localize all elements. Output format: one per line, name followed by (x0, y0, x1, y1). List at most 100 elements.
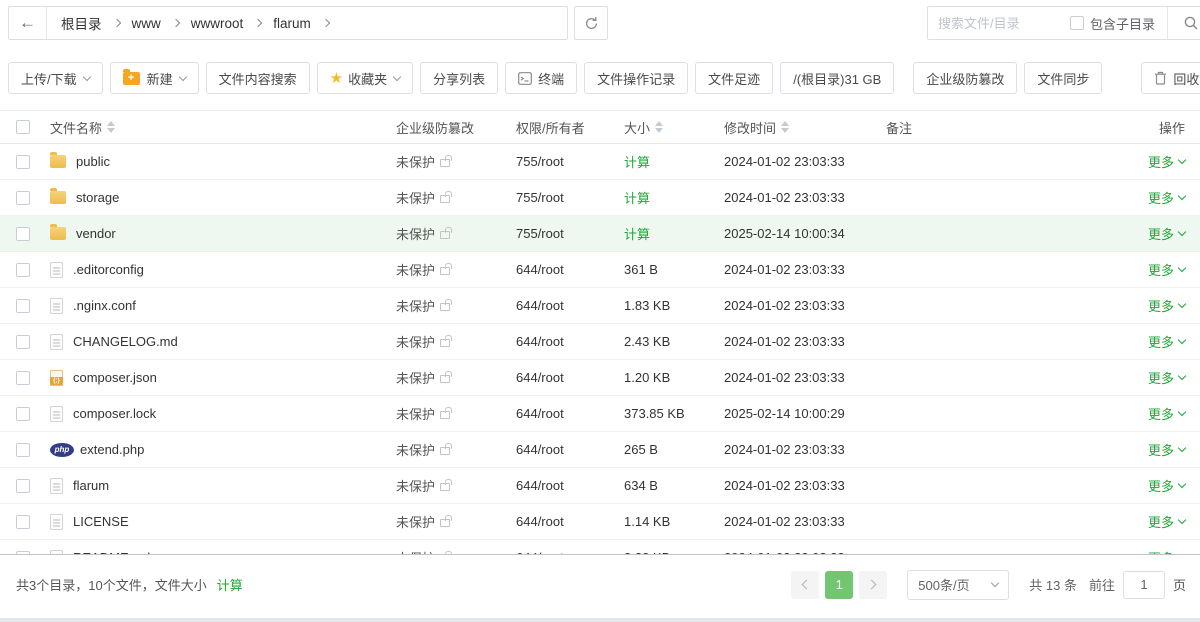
sort-icon[interactable] (781, 121, 789, 133)
permission-owner: 644/root (516, 262, 564, 277)
row-checkbox[interactable] (16, 479, 30, 493)
search-input[interactable] (928, 16, 1066, 31)
more-button[interactable]: 更多 (1148, 404, 1185, 423)
share-list-label: 分享列表 (433, 69, 485, 88)
breadcrumb-www[interactable]: www (132, 16, 161, 31)
breadcrumb: 根目录 www wwwroot flarum (47, 13, 341, 33)
header-tamper: 企业级防篡改 (396, 118, 474, 137)
refresh-button[interactable] (574, 6, 608, 40)
include-subdir-option[interactable]: 包含子目录 (1066, 14, 1167, 33)
disk-usage-button[interactable]: /(根目录)31 GB (780, 62, 894, 94)
file-name-link[interactable]: LICENSE (73, 514, 129, 529)
page-size-value: 500条/页 (918, 575, 969, 594)
favorites-button[interactable]: ★ 收藏夹 (317, 62, 413, 94)
file-icon (50, 262, 63, 278)
include-subdir-checkbox[interactable] (1070, 16, 1084, 30)
more-button[interactable]: 更多 (1148, 188, 1185, 207)
more-button[interactable]: 更多 (1148, 440, 1185, 459)
row-checkbox[interactable] (16, 299, 30, 313)
breadcrumb-root[interactable]: 根目录 (61, 13, 102, 33)
table-row: vendor 未保护 755/root 计算 2025-02-14 10:00:… (0, 216, 1200, 252)
page-number-button[interactable]: 1 (825, 571, 853, 599)
file-sync-button[interactable]: 文件同步 (1024, 62, 1102, 94)
row-checkbox[interactable] (16, 263, 30, 277)
unlock-icon (440, 447, 450, 455)
protect-status: 未保护 (396, 404, 435, 423)
chevron-right-icon (112, 19, 120, 27)
tamper-proof-button[interactable]: 企业级防篡改 (913, 62, 1017, 94)
header-mtime[interactable]: 修改时间 (724, 118, 776, 137)
file-name-link[interactable]: .nginx.conf (73, 298, 136, 313)
file-name-link[interactable]: public (76, 154, 110, 169)
prev-page-button[interactable] (791, 571, 819, 599)
file-name-link[interactable]: flarum (73, 478, 109, 493)
file-name-link[interactable]: extend.php (80, 442, 144, 457)
more-button[interactable]: 更多 (1148, 368, 1185, 387)
table-row: {;} composer.json 未保护 644/root 1.20 KB 2… (0, 360, 1200, 396)
sort-icon[interactable] (107, 121, 115, 133)
file-name-link[interactable]: composer.lock (73, 406, 156, 421)
protect-status: 未保护 (396, 260, 435, 279)
chevron-down-icon (1178, 192, 1186, 200)
row-checkbox[interactable] (16, 191, 30, 205)
chevron-down-icon (991, 579, 999, 587)
php-file-icon: php (50, 443, 74, 457)
chevron-right-icon (254, 19, 262, 27)
path-bar: ← 根目录 www wwwroot flarum (8, 6, 568, 40)
search-button[interactable] (1167, 7, 1200, 39)
more-button[interactable]: 更多 (1148, 512, 1185, 531)
file-name-link[interactable]: composer.json (73, 370, 157, 385)
recycle-bin-button[interactable]: 回收站 (1141, 62, 1200, 94)
row-checkbox[interactable] (16, 227, 30, 241)
more-button[interactable]: 更多 (1148, 260, 1185, 279)
share-list-button[interactable]: 分享列表 (420, 62, 498, 94)
file-name-link[interactable]: .editorconfig (73, 262, 144, 277)
terminal-button[interactable]: 终端 (505, 62, 577, 94)
permission-owner: 644/root (516, 298, 564, 313)
row-checkbox[interactable] (16, 371, 30, 385)
calc-size-link[interactable]: 计算 (217, 575, 243, 594)
content-search-button[interactable]: 文件内容搜索 (206, 62, 310, 94)
more-button[interactable]: 更多 (1148, 224, 1185, 243)
breadcrumb-wwwroot[interactable]: wwwroot (191, 16, 244, 31)
permission-owner: 644/root (516, 514, 564, 529)
breadcrumb-flarum[interactable]: flarum (273, 16, 311, 31)
more-button[interactable]: 更多 (1148, 152, 1185, 171)
more-button[interactable]: 更多 (1148, 476, 1185, 495)
file-size: 2.43 KB (624, 334, 670, 349)
new-button[interactable]: 新建 (110, 62, 199, 94)
file-size: 1.83 KB (624, 298, 670, 313)
permission-owner: 644/root (516, 406, 564, 421)
bottom-strip (0, 618, 1200, 622)
file-name-link[interactable]: vendor (76, 226, 116, 241)
select-all-checkbox[interactable] (16, 120, 30, 134)
file-name-link[interactable]: storage (76, 190, 119, 205)
row-checkbox[interactable] (16, 407, 30, 421)
unlock-icon (440, 267, 450, 275)
goto-page-input[interactable] (1123, 571, 1165, 599)
page-size-select[interactable]: 500条/页 (907, 570, 1009, 600)
row-checkbox[interactable] (16, 443, 30, 457)
row-checkbox[interactable] (16, 155, 30, 169)
recycle-bin-label: 回收站 (1173, 69, 1200, 88)
header-size[interactable]: 大小 (624, 118, 650, 137)
size-calc-link[interactable]: 计算 (624, 188, 650, 207)
table-row: public 未保护 755/root 计算 2024-01-02 23:03:… (0, 144, 1200, 180)
next-page-button[interactable] (859, 571, 887, 599)
file-name-link[interactable]: CHANGELOG.md (73, 334, 178, 349)
row-checkbox[interactable] (16, 335, 30, 349)
header-file-name[interactable]: 文件名称 (50, 118, 102, 137)
chevron-down-icon (1178, 264, 1186, 272)
table-row: php extend.php 未保护 644/root 265 B 2024-0… (0, 432, 1200, 468)
row-checkbox[interactable] (16, 515, 30, 529)
size-calc-link[interactable]: 计算 (624, 224, 650, 243)
more-button[interactable]: 更多 (1148, 332, 1185, 351)
size-calc-link[interactable]: 计算 (624, 152, 650, 171)
file-footprint-button[interactable]: 文件足迹 (695, 62, 773, 94)
back-button[interactable]: ← (9, 7, 47, 39)
more-button[interactable]: 更多 (1148, 296, 1185, 315)
file-ops-log-button[interactable]: 文件操作记录 (584, 62, 688, 94)
chevron-left-icon (802, 580, 812, 590)
sort-icon[interactable] (655, 121, 663, 133)
upload-download-button[interactable]: 上传/下载 (8, 62, 103, 94)
